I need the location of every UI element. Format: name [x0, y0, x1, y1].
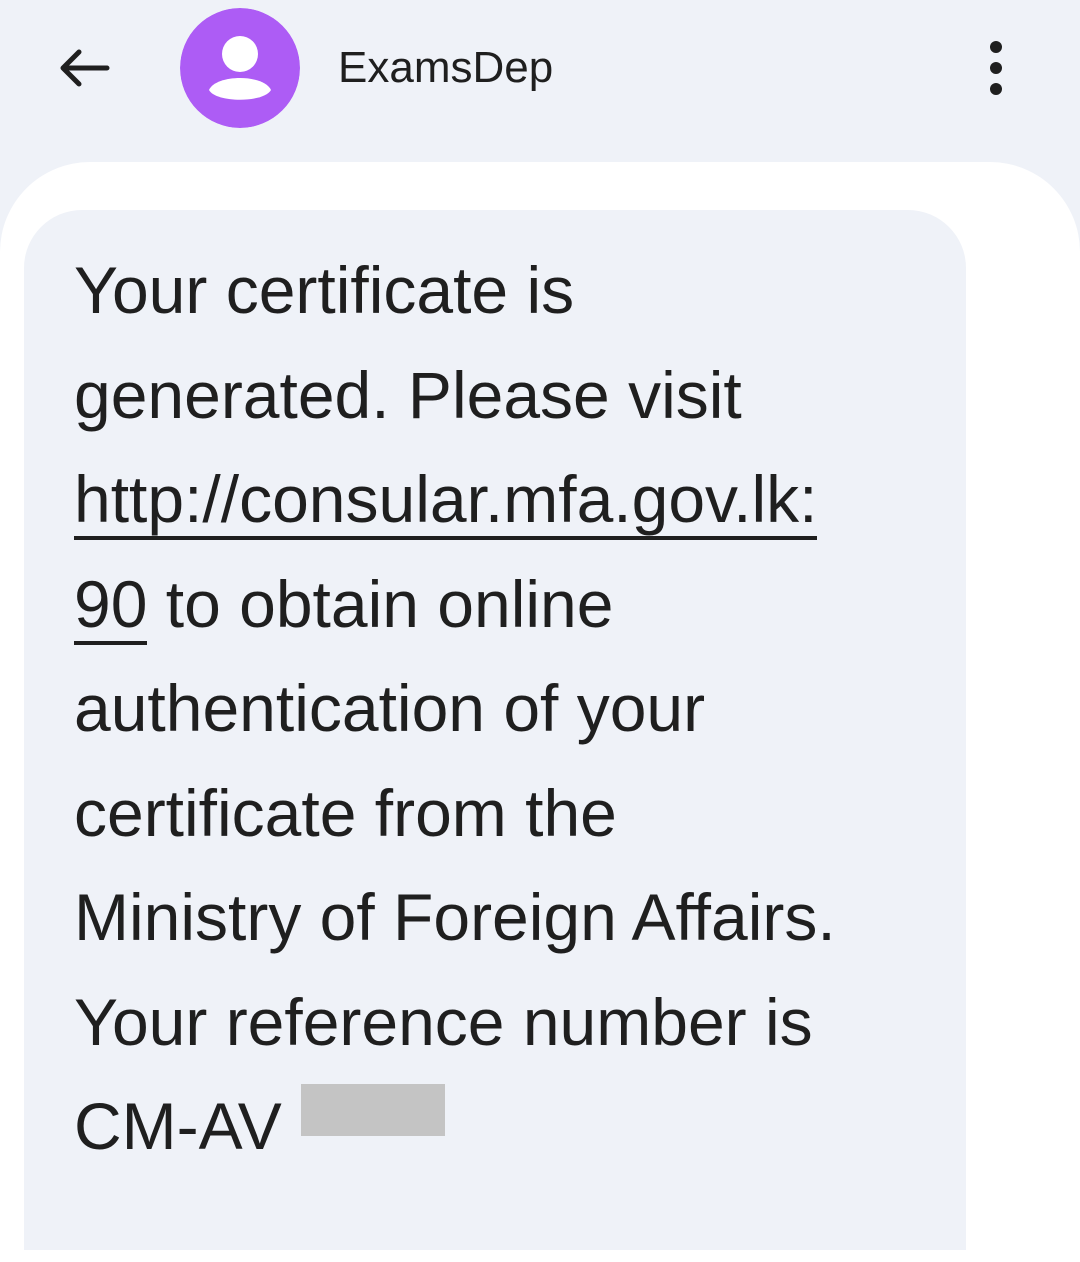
message-link-part-1[interactable]: http://consular.mfa.gov.lk:	[74, 462, 818, 540]
more-options-button[interactable]	[960, 30, 1032, 106]
more-vert-icon	[990, 41, 1002, 95]
message-line-2: generated. Please visit	[74, 343, 944, 448]
message-line-6: certificate from the	[74, 775, 617, 850]
contact-name[interactable]: ExamsDep	[338, 40, 553, 96]
message-link-part-2[interactable]: 90	[74, 566, 148, 645]
message-bubble[interactable]: Your certificate is generated. Please vi…	[24, 210, 966, 1250]
app-bar: ExamsDep	[0, 0, 1080, 160]
redaction-block	[301, 1084, 445, 1136]
back-button[interactable]	[48, 36, 120, 100]
arrow-left-icon	[60, 49, 110, 87]
message-line-4: 90 to obtain online	[74, 552, 944, 657]
message-line-7: Ministry of Foreign Affairs.	[74, 880, 836, 954]
message-text-segment: generated. Please visit	[74, 357, 742, 432]
person-icon	[180, 8, 300, 128]
message-line-1: Your certificate is	[74, 253, 575, 327]
message-text-segment: to obtain online	[147, 566, 614, 641]
message-line-5: authentication of your	[74, 671, 706, 745]
message-text: Your certificate is generated. Please vi…	[74, 238, 944, 1179]
message-line-3: http://consular.mfa.gov.lk:	[74, 447, 944, 552]
avatar[interactable]	[180, 8, 300, 128]
message-line-8: Your reference number is	[74, 984, 813, 1059]
message-line-9: CM-AV	[74, 1089, 282, 1163]
